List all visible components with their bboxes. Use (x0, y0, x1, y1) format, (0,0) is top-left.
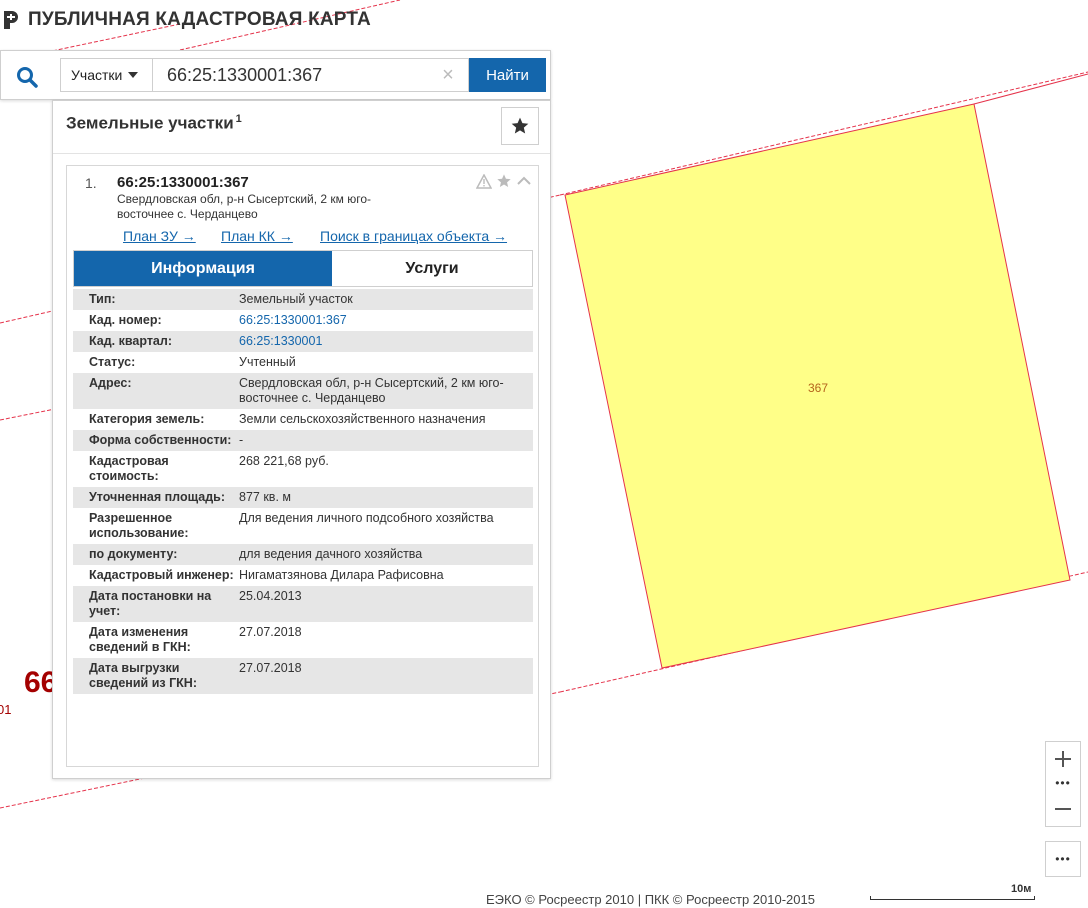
search-icon[interactable] (13, 63, 41, 91)
more-icon: ••• (1055, 852, 1071, 866)
info-label: Форма собственности: (89, 433, 232, 447)
info-label: Дата постановки на учет: (89, 589, 212, 618)
find-button[interactable]: Найти (469, 58, 546, 92)
favorites-button[interactable] (501, 107, 539, 145)
info-row: Форма собственности: - (73, 430, 533, 451)
warning-icon[interactable] (475, 172, 493, 190)
info-table: Тип: Земельный участок Кад. номер: 66:25:13… (73, 289, 533, 694)
info-row: Адрес: Свердловская обл, р-н Сысертский, … (73, 373, 533, 409)
star-icon[interactable] (495, 172, 513, 190)
app-header: ПУБЛИЧНАЯ КАДАСТРОВАЯ КАРТА (0, 0, 422, 40)
info-value: 877 кв. м (239, 490, 291, 504)
info-value: Земельный участок (239, 292, 353, 306)
result-card: 1. 66:25:1330001:367 Свердловская обл, р… (66, 165, 539, 767)
divider (53, 153, 550, 154)
info-row: Категория земель: Земли сельскохозяйствен… (73, 409, 533, 430)
parcel-boundary-line (0, 407, 61, 421)
info-value: 268 221,68 руб. (239, 454, 329, 468)
info-label: Статус: (89, 355, 136, 369)
result-cad-number[interactable]: 66:25:1330001:367 (117, 174, 249, 191)
info-row: Дата изменения сведений в ГКН: 27.07.2018 (73, 622, 533, 658)
zoom-in-button[interactable] (1046, 742, 1080, 776)
info-row: Кадастровая стоимость: 268 221,68 руб. (73, 451, 533, 487)
info-row: Кад. квартал: 66:25:1330001 (73, 331, 533, 352)
app-title[interactable]: ПУБЛИЧНАЯ КАДАСТРОВАЯ КАРТА (28, 9, 371, 31)
pkk-logo-icon[interactable] (2, 9, 20, 31)
plan-kk-link[interactable]: План КК → (221, 228, 293, 244)
info-label: Разрешенное использование: (89, 511, 189, 540)
panel-title-text: Земельные участки (66, 113, 234, 133)
parcel-boundary-line (973, 73, 1088, 105)
info-row: Кад. номер: 66:25:1330001:367 (73, 310, 533, 331)
search-within-link[interactable]: Поиск в границах объекта → (320, 228, 507, 244)
plus-icon (1055, 751, 1071, 767)
zoom-control: ••• (1045, 741, 1081, 827)
result-count-badge: 1 (235, 113, 242, 125)
parcel-label: 367 (808, 381, 828, 395)
attribution: ЕЭКО © Росреестр 2010 | ПКК © Росреестр … (486, 892, 815, 907)
info-row: Дата выгрузки сведений из ГКН: 27.07.2018 (73, 658, 533, 694)
info-label: по документу: (89, 547, 178, 561)
scale-label: 10м (1011, 883, 1032, 895)
info-row: Статус: Учтенный (73, 352, 533, 373)
search-type-select[interactable]: Участки (60, 58, 153, 92)
info-label: Дата изменения сведений в ГКН: (89, 625, 191, 654)
info-value: - (239, 433, 244, 447)
info-value: 27.07.2018 (239, 625, 302, 639)
info-value: 25.04.2013 (239, 589, 302, 603)
close-icon[interactable]: × (440, 64, 456, 86)
tab-services[interactable]: Услуги (332, 251, 532, 286)
info-label: Уточненная площадь: (89, 490, 226, 504)
info-value: Для ведения личного подсобного хозяйства (239, 511, 494, 525)
result-actions (475, 172, 533, 190)
bg-cadastral-sublabel: 01 (0, 702, 11, 717)
tab-info[interactable]: Информация (74, 251, 332, 286)
info-value: Учтенный (239, 355, 296, 369)
info-label: Кад. квартал: (89, 334, 172, 348)
search-input[interactable] (153, 58, 469, 92)
info-row: Дата постановки на учет: 25.04.2013 (73, 586, 533, 622)
info-label: Кадастровый инженер: (89, 568, 234, 582)
info-value: Земли сельскохозяйственного назначения (239, 412, 486, 426)
info-row: Тип: Земельный участок (73, 289, 533, 310)
info-value: для ведения дачного хозяйства (239, 547, 423, 561)
info-value: Свердловская обл, р-н Сысертский, 2 км ю… (239, 376, 504, 405)
more-button[interactable]: ••• (1045, 841, 1081, 877)
search-type-label: Участки (71, 67, 123, 83)
result-address: Свердловская обл, р-н Сысертский, 2 км ю… (117, 192, 372, 221)
info-label: Кадастровая стоимость: (89, 454, 169, 483)
info-value-link[interactable]: 66:25:1330001 (239, 331, 533, 352)
result-index: 1. (85, 175, 97, 191)
info-label: Дата выгрузки сведений из ГКН: (89, 661, 197, 690)
zoom-level-indicator[interactable]: ••• (1046, 776, 1080, 790)
info-row: Разрешенное использование: Для ведения ли… (73, 508, 533, 544)
info-label: Кад. номер: (89, 313, 162, 327)
chevron-down-icon (128, 72, 139, 78)
info-label: Тип: (89, 292, 116, 306)
info-value: Нигаматзянова Дилара Рафисовна (239, 568, 444, 582)
results-panel: Земельные участки 1 1. 66:25:1330001:367 … (52, 100, 551, 779)
result-tabs: Информация Услуги (73, 250, 533, 287)
plan-zu-link[interactable]: План ЗУ → (123, 228, 196, 244)
panel-title: Земельные участки 1 (66, 113, 242, 134)
info-label: Адрес: (89, 376, 132, 390)
info-value-link[interactable]: 66:25:1330001:367 (239, 310, 533, 331)
info-row: Уточненная площадь: 877 кв. м (73, 487, 533, 508)
info-row: по документу: для ведения дачного хозяйст… (73, 544, 533, 565)
chevron-up-icon[interactable] (515, 172, 533, 190)
scale-bar (870, 896, 1035, 900)
zoom-out-button[interactable] (1046, 792, 1080, 826)
search-bar: Участки × Найти (0, 50, 551, 100)
minus-icon (1055, 808, 1071, 810)
info-value: 27.07.2018 (239, 661, 302, 675)
info-row: Кадастровый инженер: Нигаматзянова Дилара… (73, 565, 533, 586)
star-icon (511, 117, 529, 134)
info-label: Категория земель: (89, 412, 205, 426)
